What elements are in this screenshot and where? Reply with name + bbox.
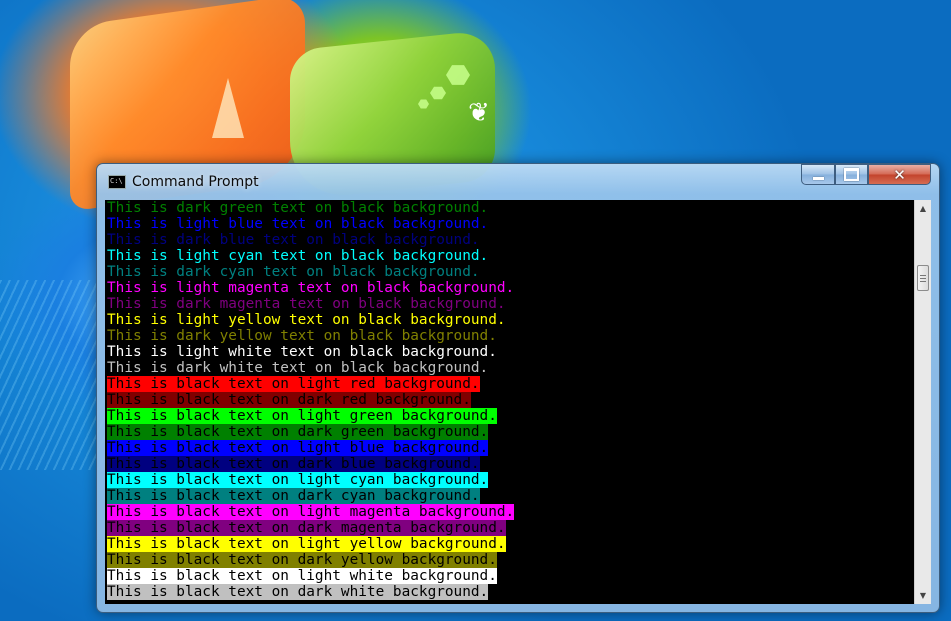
tree-icon bbox=[212, 78, 244, 138]
vertical-scrollbar[interactable]: ▲ ▼ bbox=[914, 200, 931, 604]
console-line: This is light magenta text on black back… bbox=[107, 280, 515, 296]
chevron-up-icon: ▲ bbox=[919, 204, 927, 213]
grip-line bbox=[920, 281, 926, 282]
scroll-down-button[interactable]: ▼ bbox=[915, 587, 931, 604]
console-line: This is dark blue text on black backgrou… bbox=[107, 232, 480, 248]
minimize-button[interactable] bbox=[801, 164, 835, 185]
console-line: This is light yellow text on black backg… bbox=[107, 312, 506, 328]
scrollbar-thumb[interactable] bbox=[917, 265, 929, 291]
console-line: This is black text on dark red backgroun… bbox=[107, 392, 471, 408]
window-title: Command Prompt bbox=[132, 174, 259, 190]
console-line: This is dark green text on black backgro… bbox=[107, 200, 489, 216]
console-line: This is dark cyan text on black backgrou… bbox=[107, 264, 480, 280]
console-line: This is dark white text on black backgro… bbox=[107, 360, 489, 376]
console-line: This is black text on light blue backgro… bbox=[107, 440, 489, 456]
command-prompt-window[interactable]: C:\ Command Prompt ✕ This is dark green … bbox=[96, 163, 940, 613]
console-line: This is black text on light red backgrou… bbox=[107, 376, 480, 392]
console-line: This is black text on dark cyan backgrou… bbox=[107, 488, 480, 504]
console-line: This is dark yellow text on black backgr… bbox=[107, 328, 497, 344]
maximize-icon bbox=[844, 168, 859, 181]
close-button[interactable]: ✕ bbox=[868, 164, 931, 185]
console-line: This is black text on dark green backgro… bbox=[107, 424, 489, 440]
console-line: This is light blue text on black backgro… bbox=[107, 216, 489, 232]
scroll-up-button[interactable]: ▲ bbox=[915, 200, 931, 217]
console-line: This is black text on light green backgr… bbox=[107, 408, 497, 424]
console-line: This is black text on dark white backgro… bbox=[107, 584, 489, 600]
console-app-icon[interactable]: C:\ bbox=[108, 175, 126, 189]
console-line: This is black text on light magenta back… bbox=[107, 504, 515, 520]
console-line: This is black text on dark yellow backgr… bbox=[107, 552, 497, 568]
console-line: This is black text on light cyan backgro… bbox=[107, 472, 489, 488]
maximize-button[interactable] bbox=[835, 164, 868, 185]
console-line: This is black text on light white backgr… bbox=[107, 568, 497, 584]
butterfly-icon: ❦ bbox=[468, 98, 490, 128]
title-bar[interactable]: C:\ Command Prompt ✕ bbox=[97, 164, 939, 198]
console-lines: This is dark green text on black backgro… bbox=[107, 200, 515, 600]
minimize-icon bbox=[812, 177, 824, 180]
console-line: This is light white text on black backgr… bbox=[107, 344, 497, 360]
console-line: This is black text on dark magenta backg… bbox=[107, 520, 506, 536]
grip-line bbox=[920, 278, 926, 279]
console-line: This is black text on dark blue backgrou… bbox=[107, 456, 480, 472]
console-line: This is dark magenta text on black backg… bbox=[107, 296, 506, 312]
console-line: This is black text on light yellow backg… bbox=[107, 536, 506, 552]
console-line: This is light cyan text on black backgro… bbox=[107, 248, 489, 264]
console-output[interactable]: This is dark green text on black backgro… bbox=[105, 200, 931, 604]
chevron-down-icon: ▼ bbox=[919, 591, 927, 600]
grip-line bbox=[920, 275, 926, 276]
close-icon: ✕ bbox=[893, 165, 906, 184]
wallpaper-light-streaks bbox=[0, 280, 110, 470]
